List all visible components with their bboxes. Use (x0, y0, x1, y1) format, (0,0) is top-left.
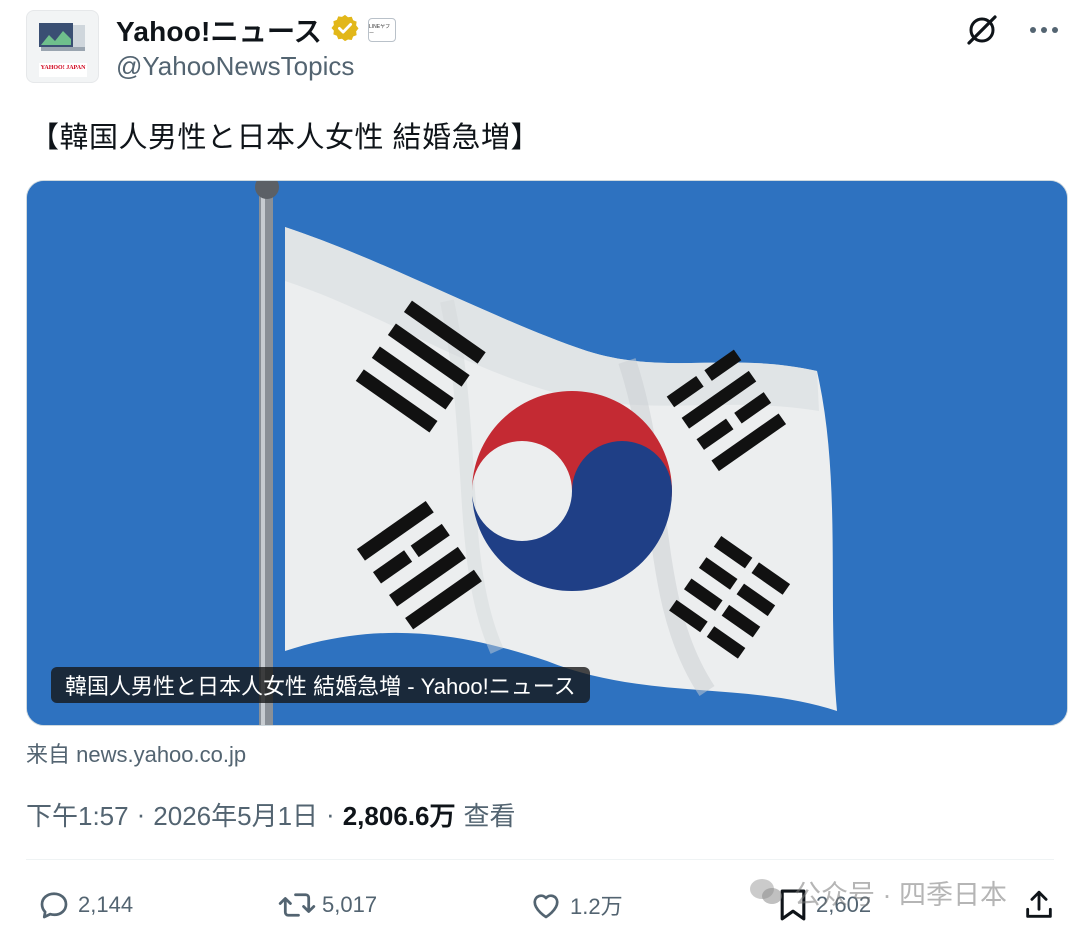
tweet-meta: 下午1:57 · 2026年5月1日 · 2,806.6万 查看 (26, 796, 515, 833)
view-label: 查看 (463, 801, 516, 831)
like-button[interactable]: 1.2万 (528, 880, 623, 930)
divider (26, 859, 1054, 860)
action-bar: 2,144 5,017 1.2万 2,602 (26, 880, 1066, 930)
affiliate-badge-text: LINEヤフー (368, 24, 391, 37)
bookmark-count: 2,602 (816, 892, 872, 917)
more-icon[interactable] (1026, 12, 1062, 48)
share-icon (1026, 890, 1052, 918)
korean-flag-image (27, 181, 1067, 725)
heart-icon (533, 894, 559, 919)
avatar-logo-text: YAHOO! JAPAN (40, 65, 86, 71)
repost-button[interactable]: 5,017 (278, 880, 377, 930)
verified-badge-icon (330, 13, 360, 48)
repost-count: 5,017 (322, 892, 378, 917)
reply-button[interactable]: 2,144 (36, 880, 133, 930)
reply-count: 2,144 (78, 892, 134, 917)
handle[interactable]: @YahooNewsTopics (116, 51, 354, 82)
link-card[interactable]: 韓国人男性と日本人女性 結婚急増 - Yahoo!ニュース (26, 180, 1068, 726)
tweet-time[interactable]: 下午1:57 (26, 796, 129, 833)
bookmark-icon (780, 889, 806, 921)
grok-icon[interactable] (964, 12, 1000, 48)
display-name[interactable]: Yahoo!ニュース (116, 10, 322, 50)
affiliate-badge[interactable]: LINEヤフー (367, 18, 396, 42)
view-count: 2,806.6万 (342, 801, 456, 831)
tweet-text: 【韓国人男性と日本人女性 結婚急増】 (30, 122, 541, 154)
reply-icon (40, 892, 68, 919)
tweet-date[interactable]: 2026年5月1日 (153, 796, 318, 833)
like-count: 1.2万 (570, 894, 623, 919)
bookmark-button[interactable]: 2,602 (776, 880, 871, 930)
avatar[interactable]: YAHOO! JAPAN (26, 10, 99, 83)
share-button[interactable] (1022, 880, 1056, 930)
card-caption: 韓国人男性と日本人女性 結婚急増 - Yahoo!ニュース (51, 667, 590, 703)
card-source[interactable]: 来自 news.yahoo.co.jp (26, 737, 246, 769)
repost-icon (278, 893, 316, 917)
